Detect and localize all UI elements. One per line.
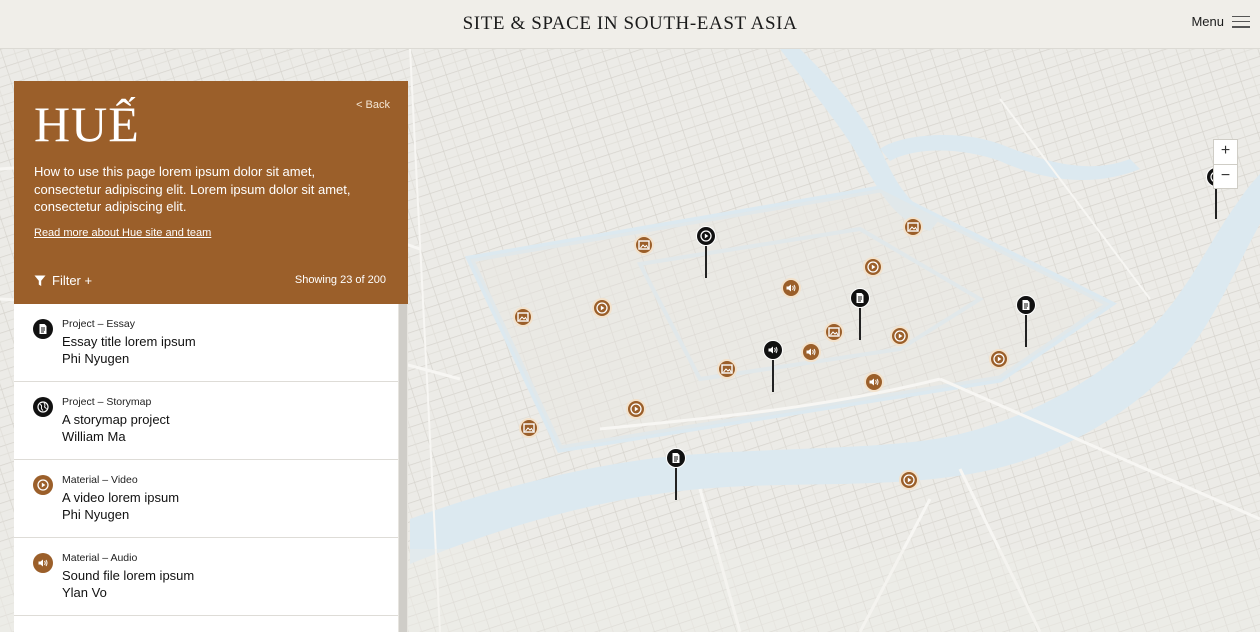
- speaker-icon: [869, 378, 879, 386]
- item-title: A storymap project: [62, 412, 170, 427]
- item-author: Phi Nyugen: [62, 351, 130, 366]
- zoom-out-button[interactable]: −: [1214, 164, 1237, 188]
- filter-icon: [34, 275, 46, 286]
- document-icon: [856, 293, 864, 303]
- audio-marker[interactable]: [801, 342, 821, 362]
- list-scrollbar[interactable]: [398, 304, 408, 632]
- audio-marker[interactable]: [781, 278, 801, 298]
- scrollbar-thumb[interactable]: [399, 304, 407, 632]
- document-icon: [1022, 300, 1030, 310]
- document-pin[interactable]: [850, 288, 870, 340]
- image-icon: [523, 423, 535, 433]
- image-icon: [828, 327, 840, 337]
- city-title: HUẾ: [34, 96, 140, 152]
- list-item[interactable]: Project – Essay Essay title lorem ipsum …: [14, 304, 398, 382]
- audio-pin[interactable]: [763, 340, 783, 392]
- item-category: Material – Video: [62, 474, 138, 486]
- results-count: Showing 23 of 200: [294, 274, 386, 286]
- results-list: Project – Essay Essay title lorem ipsum …: [14, 304, 398, 632]
- image-icon: [638, 240, 650, 250]
- play-icon: [867, 261, 879, 273]
- item-author: William Ma: [62, 429, 126, 444]
- video-marker[interactable]: [863, 257, 883, 277]
- image-icon: [907, 222, 919, 232]
- site-title[interactable]: SITE & SPACE IN SOUTH-EAST ASIA: [0, 13, 1260, 35]
- read-more-link[interactable]: Read more about Hue site and team: [34, 227, 211, 239]
- image-marker[interactable]: [513, 307, 533, 327]
- menu-label: Menu: [1191, 14, 1224, 29]
- document-icon: [672, 453, 680, 463]
- zoom-control: + −: [1213, 139, 1238, 189]
- video-pin[interactable]: [696, 226, 716, 278]
- image-icon: [721, 364, 733, 374]
- play-icon: [993, 353, 1005, 365]
- play-icon: [903, 474, 915, 486]
- list-item[interactable]: Project – Storymap A storymap project Wi…: [14, 382, 398, 460]
- video-marker[interactable]: [890, 326, 910, 346]
- list-item[interactable]: Material – Video A video lorem ipsum Phi…: [14, 460, 398, 538]
- image-marker[interactable]: [519, 418, 539, 438]
- globe-icon: [33, 397, 53, 417]
- image-marker[interactable]: [634, 235, 654, 255]
- video-marker[interactable]: [899, 470, 919, 490]
- item-author: Phi Nyugen: [62, 507, 130, 522]
- image-marker[interactable]: [824, 322, 844, 342]
- video-marker[interactable]: [626, 399, 646, 419]
- audio-marker[interactable]: [864, 372, 884, 392]
- image-icon: [517, 312, 529, 322]
- play-icon: [596, 302, 608, 314]
- filter-button[interactable]: Filter +: [34, 273, 92, 288]
- play-icon: [630, 403, 642, 415]
- list-item[interactable]: Material – Audio Sound file lorem ipsum …: [14, 538, 398, 616]
- speaker-icon: [806, 348, 816, 356]
- site-info-panel: HUẾ < Back How to use this page lorem ip…: [14, 81, 408, 304]
- item-category: Project – Essay: [62, 318, 135, 330]
- item-category: Project – Storymap: [62, 396, 152, 408]
- image-marker[interactable]: [903, 217, 923, 237]
- speaker-icon: [786, 284, 796, 292]
- zoom-in-button[interactable]: +: [1214, 140, 1237, 164]
- speaker-icon: [33, 553, 53, 573]
- filter-label: Filter +: [52, 273, 93, 288]
- speaker-icon: [768, 346, 778, 354]
- video-marker[interactable]: [592, 298, 612, 318]
- hamburger-icon: [1232, 15, 1250, 28]
- play-icon: [894, 330, 906, 342]
- intro-text: How to use this page lorem ipsum dolor s…: [34, 164, 351, 214]
- back-link[interactable]: < Back: [356, 99, 390, 111]
- item-author: Ylan Vo: [62, 585, 107, 600]
- item-title: A video lorem ipsum: [62, 490, 180, 505]
- document-pin[interactable]: [1016, 295, 1036, 347]
- play-icon: [700, 230, 712, 242]
- image-marker[interactable]: [717, 359, 737, 379]
- site-header: SITE & SPACE IN SOUTH-EAST ASIA Menu: [0, 0, 1260, 49]
- menu-button[interactable]: Menu: [1191, 14, 1250, 29]
- item-title: Sound file lorem ipsum: [62, 568, 195, 583]
- play-icon: [33, 475, 53, 495]
- video-marker[interactable]: [989, 349, 1009, 369]
- document-pin[interactable]: [666, 448, 686, 500]
- item-category: Material – Audio: [62, 552, 138, 564]
- item-title: Essay title lorem ipsum: [62, 334, 196, 349]
- document-icon: [33, 319, 53, 339]
